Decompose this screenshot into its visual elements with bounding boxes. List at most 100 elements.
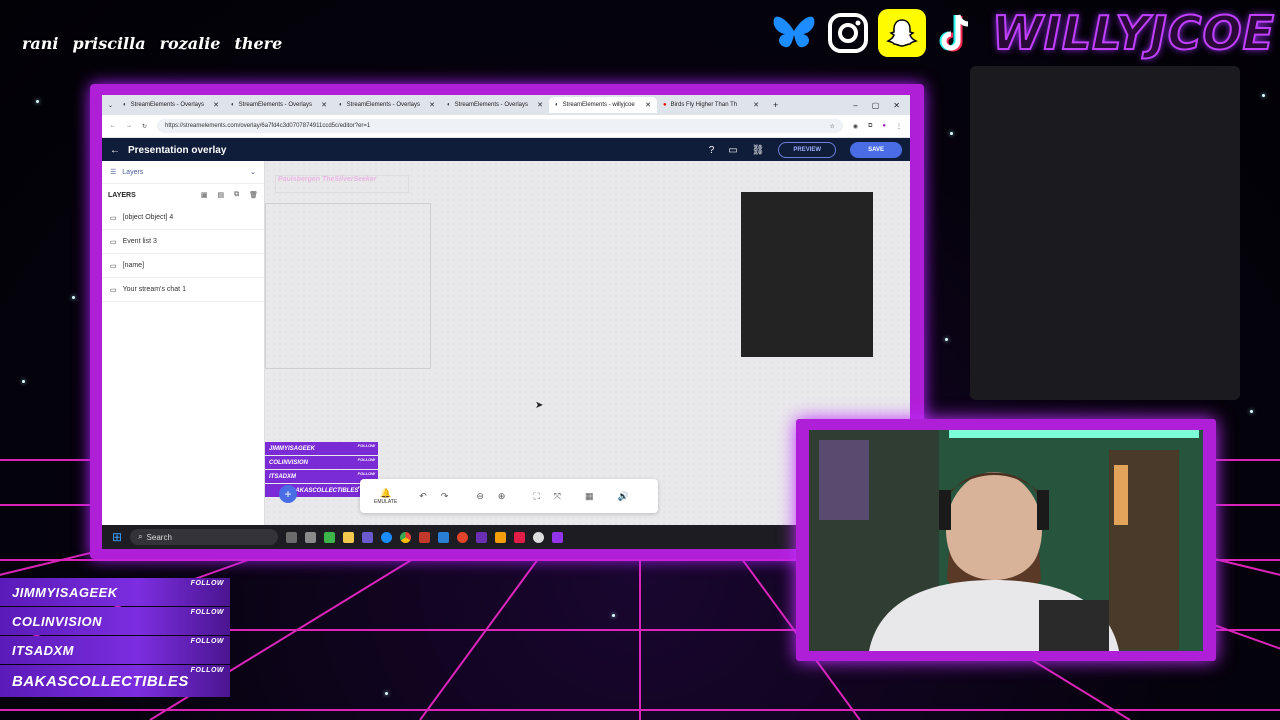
- back-arrow-icon[interactable]: ←: [110, 145, 120, 156]
- app-icon[interactable]: [324, 531, 336, 543]
- star: [36, 100, 39, 103]
- layer-item[interactable]: ▭ [object Object] 4: [102, 206, 264, 230]
- youtube-favicon-icon: ●: [663, 102, 667, 108]
- bookmark-star-icon[interactable]: ☆: [829, 123, 834, 130]
- close-window-icon[interactable]: ✕: [893, 101, 900, 110]
- task-view-icon[interactable]: [286, 531, 298, 543]
- browser-tab-active[interactable]: ◐ StreamElements - willyjcoe ✕: [549, 97, 658, 113]
- star: [950, 132, 953, 135]
- event-name: COLINVISION: [269, 459, 309, 466]
- layer-icon: ▭: [110, 238, 117, 246]
- chrome-icon[interactable]: [400, 531, 412, 543]
- layer-icon: ▭: [110, 286, 117, 294]
- link-icon[interactable]: ⛓: [752, 145, 765, 156]
- forward-arrow-icon[interactable]: →: [126, 123, 132, 129]
- layers-panel-header[interactable]: ☰ Layers ⌄: [102, 161, 264, 184]
- back-arrow-icon[interactable]: ←: [110, 123, 116, 129]
- windows-start-icon[interactable]: ⊞: [112, 530, 122, 544]
- save-button[interactable]: SAVE: [850, 142, 902, 158]
- follow-badge: FOLLOW: [190, 638, 224, 645]
- browser-tab[interactable]: ◐ StreamElements - Overlays ✕: [441, 97, 549, 113]
- layers-heading: LAYERS: [108, 191, 136, 199]
- close-tab-icon[interactable]: ✕: [753, 101, 759, 109]
- overlay-widget-title[interactable]: Paulsbergen TheSilverSeeker: [275, 175, 409, 193]
- browser-tab[interactable]: ● Birds Fly Higher Than Th ✕: [657, 97, 765, 113]
- edge-icon[interactable]: [381, 531, 393, 543]
- app-icon[interactable]: [514, 531, 526, 543]
- mouse-cursor-icon: ➤: [535, 400, 544, 411]
- help-icon[interactable]: ?: [709, 145, 715, 156]
- app-icon[interactable]: [495, 531, 507, 543]
- event-type: FOLLOW: [357, 443, 375, 448]
- monitor-icon[interactable]: ▭: [728, 145, 737, 156]
- app-icon[interactable]: [457, 531, 469, 543]
- app-icon[interactable]: [362, 531, 374, 543]
- preview-button[interactable]: PREVIEW: [778, 142, 837, 158]
- layer-item[interactable]: ▭ Your stream's chat 1: [102, 278, 264, 302]
- new-folder-icon[interactable]: ▣: [201, 191, 208, 199]
- undo-icon[interactable]: ↶: [419, 491, 427, 502]
- browser-tab[interactable]: ◐ StreamElements - Overlays ✕: [333, 97, 441, 113]
- fullscreen-icon[interactable]: ⛶: [533, 491, 539, 502]
- app-icon[interactable]: [552, 531, 564, 543]
- editor-workspace: ☰ Layers ⌄ LAYERS ▣ ▤ ⧉ 🗑 ▭ [object Objec…: [102, 161, 910, 525]
- tab-favicon-icon: ◐: [123, 102, 127, 108]
- layer-label: Event list 3: [122, 238, 157, 245]
- camera-app-icon[interactable]: [305, 531, 317, 543]
- app-icon[interactable]: [419, 531, 431, 543]
- zoom-out-icon[interactable]: ⊖: [476, 491, 484, 502]
- profile-icon[interactable]: ●: [882, 123, 886, 129]
- url-field[interactable]: https://streamelements.com/overlay/6a7fd…: [157, 119, 843, 133]
- emulate-button[interactable]: 🔔 EMULATE: [374, 488, 397, 505]
- app-icon[interactable]: [438, 531, 450, 543]
- browser-tab[interactable]: ◐ StreamElements - Overlays ✕: [117, 97, 225, 113]
- overlay-widget-chat[interactable]: [265, 203, 431, 369]
- extension-icon[interactable]: ◉: [853, 123, 858, 130]
- new-tab-icon[interactable]: +: [773, 100, 778, 110]
- browser-tab[interactable]: ◐ StreamElements - Overlays ✕: [225, 97, 333, 113]
- layers-menu-icon: ☰: [110, 169, 117, 176]
- layer-item[interactable]: ▭ [name]: [102, 254, 264, 278]
- name-ticker: rani priscilla rozalie there: [22, 34, 282, 53]
- reload-icon[interactable]: ↻: [142, 123, 147, 130]
- tab-label: StreamElements - Overlays: [454, 102, 529, 108]
- puzzle-icon[interactable]: ⧉: [868, 123, 872, 130]
- layer-item[interactable]: ▭ Event list 3: [102, 230, 264, 254]
- star: [72, 296, 75, 299]
- close-tab-icon[interactable]: ✕: [213, 101, 219, 109]
- tab-strip: ⌄ ◐ StreamElements - Overlays ✕ ◐ StreamEle…: [102, 95, 910, 115]
- close-tab-icon[interactable]: ✕: [429, 101, 435, 109]
- trash-icon[interactable]: 🗑: [249, 191, 258, 199]
- overlay-widget-box[interactable]: [741, 192, 873, 357]
- layer-icon: ▭: [110, 214, 117, 222]
- close-tab-icon[interactable]: ✕: [645, 101, 651, 109]
- zoom-in-icon[interactable]: ⊕: [498, 491, 506, 502]
- tab-list-icon[interactable]: ⌄: [108, 102, 113, 109]
- minimize-icon[interactable]: –: [853, 101, 857, 110]
- editor-header: ← Presentation overlay ? ▭ ⛓ PREVIEW SAV…: [102, 138, 910, 162]
- fit-screen-icon[interactable]: ⤧: [554, 491, 561, 502]
- layer-icon: ▭: [110, 262, 117, 270]
- volume-icon[interactable]: 🔊: [617, 491, 628, 502]
- chevron-down-icon[interactable]: ⌄: [250, 168, 256, 176]
- duplicate-icon[interactable]: ⧉: [234, 191, 239, 199]
- grid-icon[interactable]: ▦: [585, 491, 594, 502]
- menu-dots-icon[interactable]: ⋮: [896, 123, 902, 130]
- close-tab-icon[interactable]: ✕: [321, 101, 327, 109]
- app-icon[interactable]: [533, 531, 545, 543]
- taskbar-search[interactable]: ⌕ Search: [130, 529, 279, 545]
- maximize-icon[interactable]: ▢: [872, 101, 880, 110]
- close-tab-icon[interactable]: ✕: [537, 101, 543, 109]
- follow-badge: FOLLOW: [190, 609, 224, 616]
- folder-icon[interactable]: ▤: [217, 191, 224, 199]
- redo-icon[interactable]: ↷: [441, 491, 449, 502]
- search-label: Search: [146, 532, 172, 542]
- layer-label: [object Object] 4: [122, 214, 174, 221]
- tab-label: StreamElements - willyjcoe: [562, 102, 635, 108]
- add-widget-button[interactable]: +: [279, 485, 297, 503]
- app-icon[interactable]: [476, 531, 488, 543]
- follow-badge: FOLLOW: [190, 580, 224, 587]
- recent-followers-list: JIMMYISAGEEK FOLLOW COLINVISION FOLLOW ITS…: [0, 578, 230, 698]
- follower-name: BAKASCOLLECTIBLES: [12, 672, 189, 690]
- file-explorer-icon[interactable]: [343, 531, 355, 543]
